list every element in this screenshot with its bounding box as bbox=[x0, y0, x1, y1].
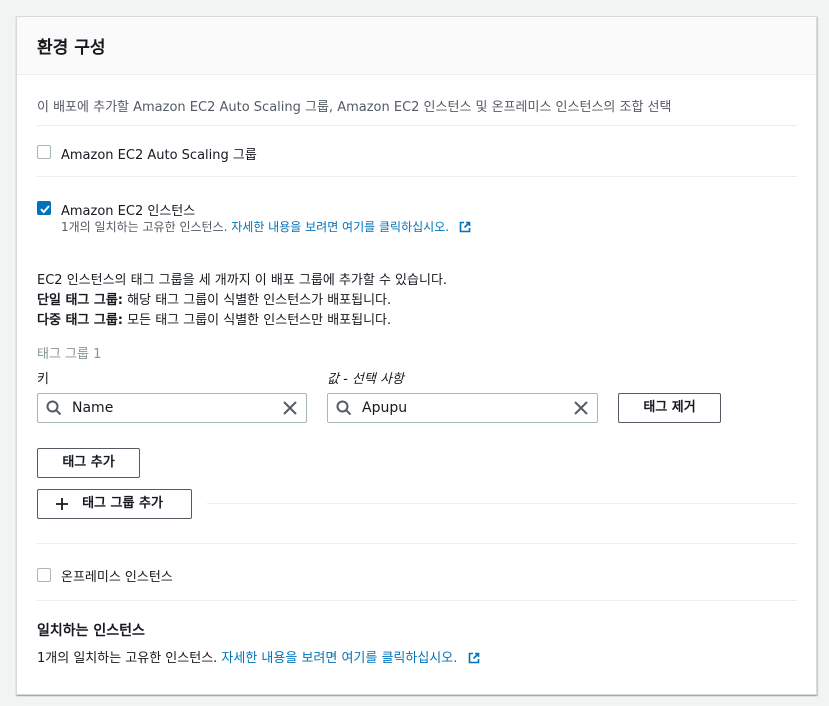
single-tag-group-label: 단일 태그 그룹: bbox=[37, 293, 124, 308]
divider bbox=[207, 503, 797, 504]
asg-label[interactable]: Amazon EC2 Auto Scaling 그룹 bbox=[61, 144, 257, 163]
ec2-label[interactable]: Amazon EC2 인스턴스 bbox=[61, 200, 195, 219]
tag-group-title: 태그 그룹 1 bbox=[37, 347, 102, 362]
ec2-more-info-link[interactable]: 자세한 내용을 보려면 여기를 클릭하십시오. bbox=[231, 220, 449, 234]
add-tag-group-label: 태그 그룹 추가 bbox=[82, 496, 163, 511]
multi-tag-group-label: 다중 태그 그룹: bbox=[37, 313, 124, 328]
tag-key-input[interactable]: Name bbox=[37, 393, 307, 423]
tag-info-line: EC2 인스턴스의 태그 그룹을 세 개까지 이 배포 그룹에 추가할 수 있습… bbox=[37, 273, 448, 288]
single-tag-group-text: 해당 태그 그룹이 식별한 인스턴스가 배포됩니다. bbox=[123, 293, 392, 308]
asg-checkbox[interactable] bbox=[37, 145, 51, 159]
external-link-icon[interactable] bbox=[459, 221, 471, 233]
matching-more-info-link[interactable]: 자세한 내용을 보려면 여기를 클릭하십시오. bbox=[221, 651, 457, 666]
search-icon bbox=[46, 400, 62, 416]
divider bbox=[37, 600, 797, 601]
ec2-match-info: 1개의 일치하는 고유한 인스턴스. 자세한 내용을 보려면 여기를 클릭하십시… bbox=[61, 218, 471, 235]
panel-header: 환경 구성 bbox=[17, 17, 816, 75]
ec2-checkbox[interactable] bbox=[37, 201, 51, 215]
onprem-checkbox[interactable] bbox=[37, 568, 51, 582]
add-tag-button[interactable]: 태그 추가 bbox=[37, 448, 140, 478]
single-tag-group-info: 단일 태그 그룹: 해당 태그 그룹이 식별한 인스턴스가 배포됩니다. bbox=[37, 289, 391, 308]
matching-title: 일치하는 인스턴스 bbox=[37, 623, 145, 639]
onprem-label[interactable]: 온프레미스 인스턴스 bbox=[61, 566, 173, 585]
remove-tag-button[interactable]: 태그 제거 bbox=[618, 393, 721, 423]
close-icon[interactable] bbox=[573, 400, 589, 416]
divider bbox=[37, 125, 797, 126]
add-tag-group-button[interactable]: 태그 그룹 추가 bbox=[37, 489, 192, 519]
key-label: 키 bbox=[37, 372, 49, 387]
external-link-icon[interactable] bbox=[468, 652, 480, 664]
matching-info: 1개의 일치하는 고유한 인스턴스. 자세한 내용을 보려면 여기를 클릭하십시… bbox=[37, 647, 480, 666]
search-icon bbox=[336, 400, 352, 416]
close-icon[interactable] bbox=[282, 400, 298, 416]
matching-text: 1개의 일치하는 고유한 인스턴스. bbox=[37, 651, 218, 666]
panel-title: 환경 구성 bbox=[37, 38, 106, 58]
tag-key-value: Name bbox=[72, 400, 114, 416]
plus-icon bbox=[56, 498, 68, 510]
check-icon bbox=[40, 205, 50, 214]
multi-tag-group-text: 모든 태그 그룹이 식별한 인스턴스만 배포됩니다. bbox=[123, 313, 392, 328]
value-label: 값 - 선택 사항 bbox=[327, 372, 404, 387]
panel-description: 이 배포에 추가할 Amazon EC2 Auto Scaling 그룹, Am… bbox=[37, 100, 672, 115]
divider bbox=[37, 176, 797, 177]
multi-tag-group-info: 다중 태그 그룹: 모든 태그 그룹이 식별한 인스턴스만 배포됩니다. bbox=[37, 309, 391, 328]
divider bbox=[37, 543, 797, 544]
ec2-match-text: 1개의 일치하는 고유한 인스턴스. bbox=[61, 220, 228, 234]
tag-value-value: Apupu bbox=[362, 400, 408, 416]
environment-config-panel: 환경 구성 이 배포에 추가할 Amazon EC2 Auto Scaling … bbox=[16, 16, 817, 695]
tag-value-input[interactable]: Apupu bbox=[327, 393, 598, 423]
